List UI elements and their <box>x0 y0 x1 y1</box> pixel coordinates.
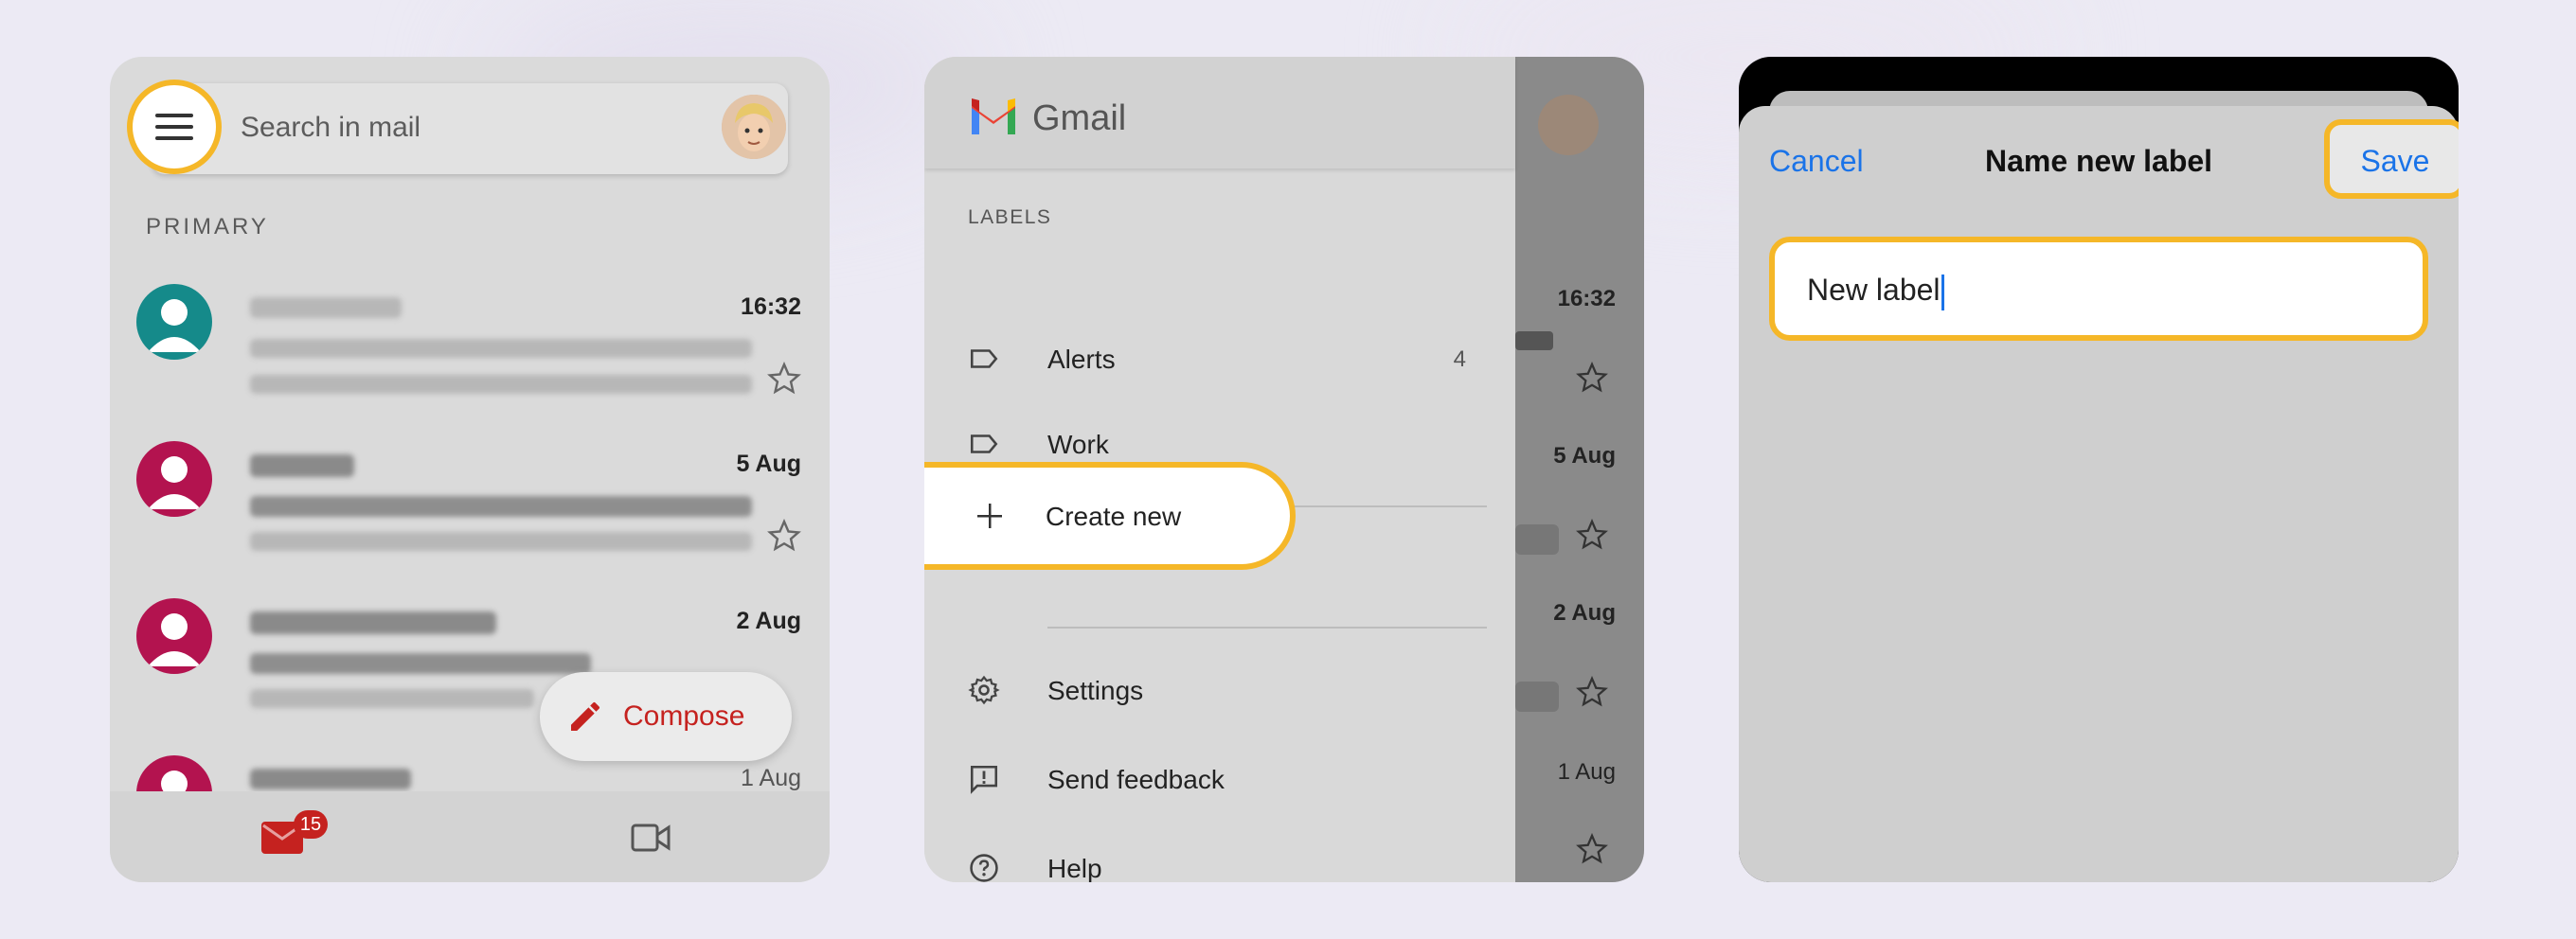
mail-sender <box>250 769 411 789</box>
new-label-sheet: Cancel Name new label Save New label <box>1739 106 2459 882</box>
label-icon <box>970 434 998 453</box>
drawer-item-settings[interactable]: Settings <box>924 647 1515 733</box>
mail-sender <box>250 611 496 634</box>
hamburger-menu-icon <box>155 114 193 140</box>
mail-subject <box>250 653 591 674</box>
label-name-input[interactable]: New label <box>1769 237 2428 341</box>
bottom-navigation: 15 <box>110 791 830 882</box>
dimmed-date: 5 Aug <box>1553 443 1616 469</box>
star-icon <box>1576 362 1608 393</box>
mail-date: 16:32 <box>741 293 801 320</box>
mail-sender <box>250 297 402 318</box>
meet-tab[interactable] <box>631 822 671 859</box>
help-icon <box>970 854 998 882</box>
save-label: Save <box>2360 144 2430 178</box>
sender-avatar <box>136 598 212 674</box>
drawer-panel: 16:32 5 Aug 2 Aug 1 Aug Gmail LABELS Ale… <box>924 57 1644 882</box>
mail-subject <box>250 496 752 517</box>
gmail-logo-icon <box>972 98 1015 134</box>
create-new-label: Create new <box>1046 502 1182 531</box>
save-button[interactable]: Save <box>2324 119 2459 199</box>
memoji-face-icon <box>722 95 786 159</box>
sender-avatar <box>136 441 212 517</box>
star-icon <box>1576 676 1608 707</box>
app-name: Gmail <box>1032 98 1127 138</box>
dimmed-line <box>1515 331 1553 350</box>
drawer-item-label: Send feedback <box>1047 765 1225 794</box>
mail-row[interactable]: 16:32 <box>110 284 830 441</box>
new-label-panel: Cancel Name new label Save New label <box>1739 57 2459 882</box>
dimmed-date: 1 Aug <box>1557 759 1616 785</box>
dimmed-avatar <box>1538 95 1599 155</box>
drawer-item-send-feedback[interactable]: Send feedback <box>924 736 1515 822</box>
mail-date: 2 Aug <box>736 608 801 634</box>
create-new-label-button[interactable]: Create new <box>924 462 1296 570</box>
mail-subject <box>250 339 752 358</box>
person-icon <box>148 299 201 352</box>
dimmed-inbox: 16:32 5 Aug 2 Aug 1 Aug <box>1515 57 1644 882</box>
star-icon[interactable] <box>767 362 801 396</box>
unread-badge: 15 <box>294 810 328 839</box>
inbox-panel: Search in mail PRIMARY 16:32 5 Aug 2 Aug… <box>110 57 830 882</box>
gear-icon <box>968 675 1000 705</box>
mail-date: 1 Aug <box>741 765 801 791</box>
dimmed-chip <box>1515 682 1559 712</box>
drawer-item-label: Settings <box>1047 676 1144 705</box>
divider <box>1047 627 1487 629</box>
feedback-icon <box>970 765 998 794</box>
unread-count: 4 <box>1453 346 1466 372</box>
star-icon[interactable] <box>767 519 801 553</box>
compose-label: Compose <box>623 700 745 732</box>
drawer-item-label: Work <box>1047 430 1109 459</box>
mail-sender <box>250 454 354 477</box>
mail-snippet <box>250 532 752 551</box>
sender-avatar <box>136 284 212 360</box>
drawer-item-label: Help <box>1047 854 1102 882</box>
mail-snippet <box>250 689 534 708</box>
plus-icon <box>977 504 1002 528</box>
dimmed-date: 16:32 <box>1557 286 1616 311</box>
dimmed-date: 2 Aug <box>1553 600 1616 626</box>
dimmed-chip <box>1515 524 1559 555</box>
mail-date: 5 Aug <box>736 451 801 477</box>
person-icon <box>148 456 201 509</box>
account-avatar[interactable] <box>722 95 786 159</box>
video-camera-icon <box>631 824 671 852</box>
menu-button[interactable] <box>127 80 222 174</box>
person-icon <box>148 613 201 666</box>
compose-button[interactable]: Compose <box>540 672 792 761</box>
labels-section-title: LABELS <box>968 206 1052 228</box>
mail-snippet <box>250 375 752 394</box>
pencil-icon <box>571 702 599 731</box>
drawer-item-label: Alerts <box>1047 345 1116 374</box>
drawer-item-help[interactable]: Help <box>924 825 1515 882</box>
mail-row[interactable]: 5 Aug <box>110 441 830 598</box>
label-name-text: New label <box>1807 273 1941 307</box>
text-cursor <box>1941 274 1944 310</box>
section-label: PRIMARY <box>146 214 269 239</box>
drawer-item-alerts[interactable]: Alerts 4 <box>924 316 1515 401</box>
label-icon <box>970 349 998 368</box>
star-icon <box>1576 833 1608 864</box>
search-input[interactable]: Search in mail <box>241 112 420 144</box>
star-icon <box>1576 519 1608 550</box>
drawer-header: Gmail <box>924 57 1515 168</box>
label-name-value: New label <box>1807 273 1944 310</box>
